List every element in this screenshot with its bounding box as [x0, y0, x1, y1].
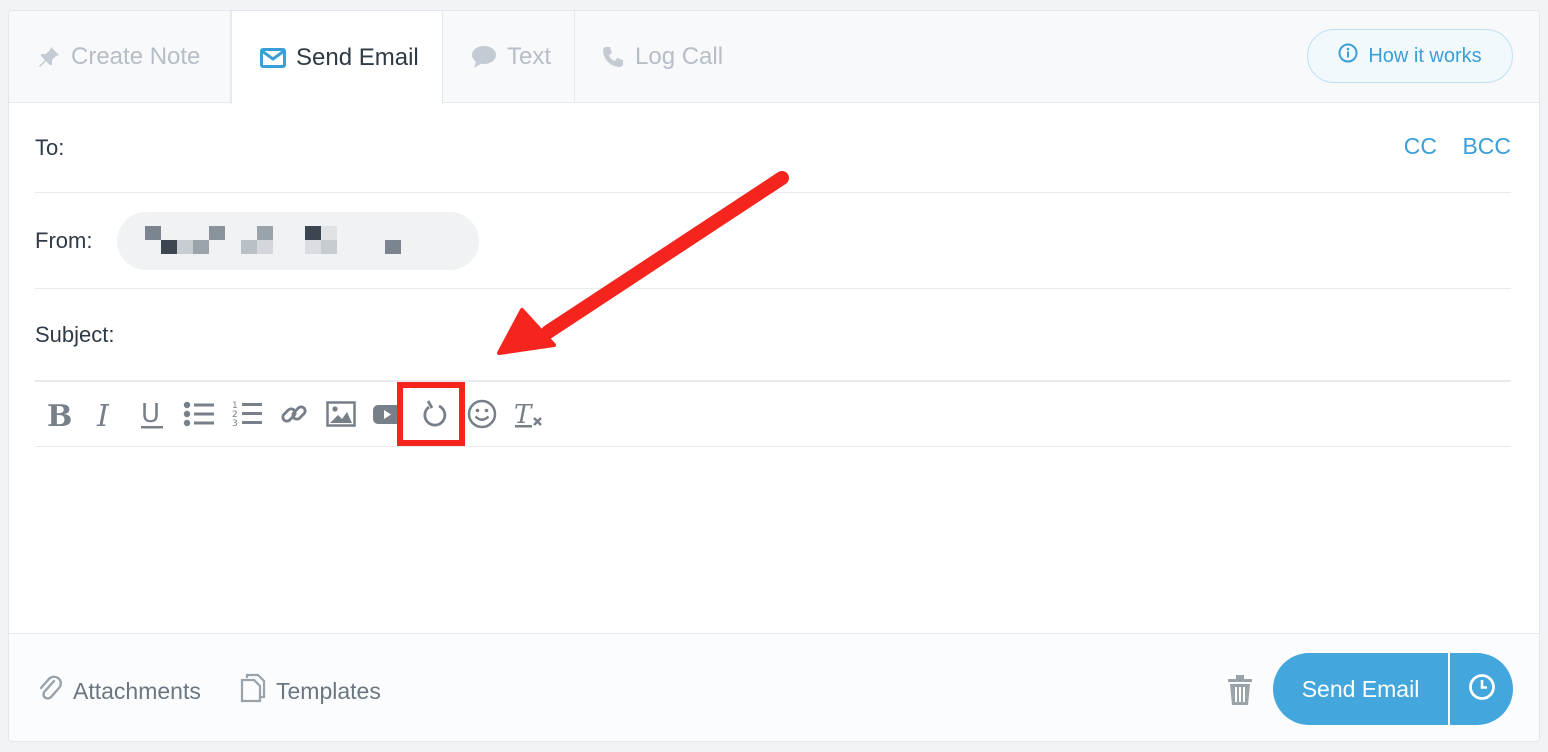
bcc-button[interactable]: BCC [1462, 133, 1511, 160]
redacted-pixel [161, 240, 177, 254]
send-email-split-button: Send Email [1273, 653, 1513, 725]
redacted-pixel [177, 240, 193, 254]
to-label: To: [35, 135, 65, 160]
tab-label: Send Email [296, 43, 419, 71]
templates-button[interactable]: Templates [240, 673, 381, 709]
redacted-pixel [321, 240, 337, 254]
send-email-button[interactable]: Send Email [1273, 653, 1450, 725]
to-row: To: CC BCC [35, 103, 1511, 193]
speech-bubble-icon [471, 45, 497, 69]
email-composer: Create Note Send Email Text Log Call How… [8, 10, 1540, 742]
toolbar-divider [35, 381, 1511, 447]
tab-send-email[interactable]: Send Email [231, 11, 443, 104]
tab-label: Text [507, 43, 552, 70]
subject-row[interactable]: Subject: [35, 289, 1511, 381]
how-it-works-label: How it works [1368, 44, 1482, 67]
tab-text[interactable]: Text [443, 11, 575, 103]
redacted-pixel [209, 226, 225, 240]
tab-label: Log Call [635, 43, 724, 70]
schedule-send-button[interactable] [1450, 653, 1513, 725]
highlight-box [397, 382, 465, 446]
tab-bar: Create Note Send Email Text Log Call How… [9, 11, 1539, 104]
templates-label: Templates [276, 677, 381, 704]
pin-icon [37, 45, 61, 69]
cc-button[interactable]: CC [1404, 133, 1437, 160]
redacted-pixel [305, 226, 321, 240]
document-copy-icon [240, 673, 266, 709]
from-row: From: [35, 193, 1511, 289]
redacted-pixel [257, 240, 273, 254]
redacted-pixel [257, 226, 273, 240]
redacted-pixel [145, 226, 161, 240]
how-it-works-button[interactable]: How it works [1307, 29, 1513, 83]
envelope-icon [260, 47, 286, 68]
redacted-pixel [305, 240, 321, 254]
redacted-pixel [385, 240, 401, 254]
info-circle-icon [1338, 43, 1358, 69]
redacted-pixel [193, 240, 209, 254]
attachments-label: Attachments [73, 677, 201, 704]
paperclip-icon [37, 673, 63, 709]
attachments-button[interactable]: Attachments [37, 673, 201, 709]
tab-create-note[interactable]: Create Note [9, 11, 231, 103]
trash-icon[interactable] [1225, 674, 1255, 711]
subject-label: Subject: [35, 322, 115, 347]
from-label: From: [35, 228, 93, 253]
tab-label: Create Note [71, 43, 201, 70]
composer-footer: Attachments Templates Send Email [9, 633, 1539, 741]
email-body-editor[interactable] [35, 448, 1511, 632]
clock-icon [1468, 673, 1496, 706]
phone-icon [601, 45, 625, 69]
from-address-pill[interactable] [117, 212, 479, 270]
redacted-pixel [321, 226, 337, 240]
redacted-pixel [241, 240, 257, 254]
tab-log-call[interactable]: Log Call [575, 11, 745, 103]
